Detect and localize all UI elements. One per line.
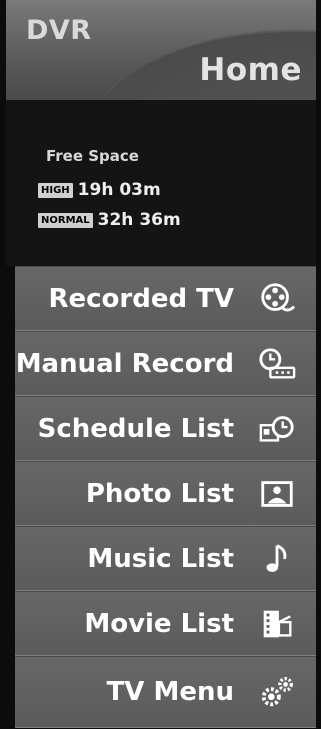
menu-item-label: TV Menu: [106, 677, 234, 707]
main-menu: Recorded TV Manual Record Schedule List …: [15, 266, 316, 728]
free-space-label: Free Space: [46, 147, 139, 165]
menu-item-photo-list[interactable]: Photo List: [15, 461, 316, 526]
menu-item-tv-menu[interactable]: TV Menu: [15, 656, 316, 728]
photo-icon: [254, 471, 300, 517]
clock-tape-icon: [254, 341, 300, 387]
menu-item-label: Photo List: [85, 478, 234, 509]
header: DVR Home: [6, 0, 316, 100]
normal-time-remaining: 32h 36m: [97, 210, 181, 230]
high-quality-row: HIGH 19h 03m: [38, 180, 161, 200]
menu-item-label: Recorded TV: [48, 283, 234, 314]
menu-item-label: Movie List: [84, 608, 234, 639]
menu-item-music-list[interactable]: Music List: [15, 526, 316, 591]
music-note-icon: [254, 536, 300, 582]
page-title: Home: [199, 52, 302, 88]
menu-item-label: Manual Record: [15, 348, 234, 379]
menu-item-label: Schedule List: [37, 413, 234, 444]
dvr-screen: DVR Home Free Space HIGH 19h 03m NORMAL …: [0, 0, 321, 729]
high-badge: HIGH: [38, 182, 73, 198]
film-reel-icon: [254, 276, 300, 322]
menu-item-manual-record[interactable]: Manual Record: [15, 331, 316, 396]
clapperboard-icon: [254, 601, 300, 647]
menu-item-schedule-list[interactable]: Schedule List: [15, 396, 316, 461]
menu-item-movie-list[interactable]: Movie List: [15, 591, 316, 656]
menu-item-label: Music List: [87, 543, 234, 574]
calendar-clock-icon: [254, 406, 300, 452]
menu-item-recorded-tv[interactable]: Recorded TV: [15, 266, 316, 331]
normal-quality-row: NORMAL 32h 36m: [38, 210, 181, 230]
normal-badge: NORMAL: [38, 212, 93, 228]
high-time-remaining: 19h 03m: [77, 180, 161, 200]
gears-icon: [254, 669, 300, 715]
app-title: DVR: [26, 15, 92, 46]
storage-status-panel: Free Space HIGH 19h 03m NORMAL 32h 36m: [6, 100, 316, 266]
